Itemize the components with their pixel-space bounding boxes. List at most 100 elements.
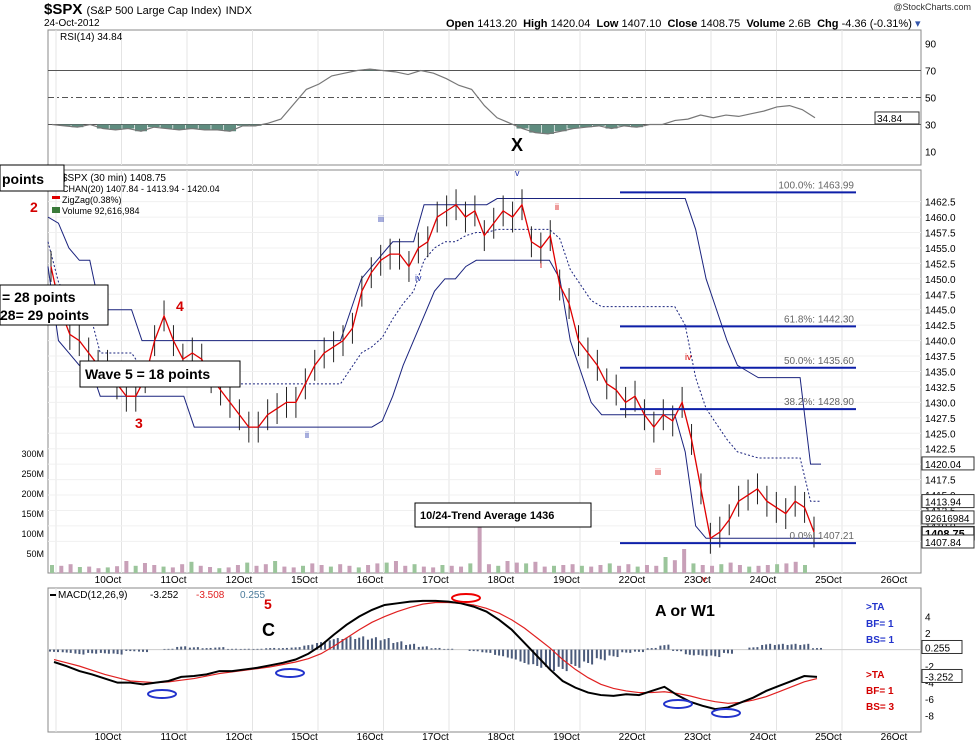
price-tag-value: 92616984 bbox=[925, 514, 970, 525]
volume-bar bbox=[328, 566, 333, 573]
volume-bar bbox=[217, 568, 222, 573]
fib-level-label: 100.0%: 1463.99 bbox=[778, 180, 854, 191]
volume-bar bbox=[310, 563, 315, 573]
volume-legend-swatch bbox=[52, 207, 60, 213]
price-tick-label: 1452.5 bbox=[925, 259, 956, 270]
price-tick-label: 1427.5 bbox=[925, 414, 956, 425]
trend-box-text: 10/24-Trend Average 1436 bbox=[420, 510, 554, 522]
volume-bar bbox=[672, 560, 677, 573]
volume-bar bbox=[142, 563, 147, 573]
x-tick-label-macd: 10Oct bbox=[95, 732, 122, 743]
fib-level-label: 0.0%: 1407.21 bbox=[790, 531, 855, 542]
volume-bar bbox=[440, 565, 445, 573]
volume-bar bbox=[579, 565, 584, 573]
x-tick-label-price: 25Oct bbox=[815, 575, 842, 586]
x-tick-label-macd: 18Oct bbox=[488, 732, 515, 743]
x-tick-label-price: 23Oct bbox=[684, 575, 711, 586]
volume-bar bbox=[87, 566, 92, 573]
points-box-text: points bbox=[2, 171, 44, 187]
volume-bar bbox=[254, 565, 259, 573]
price-tick-label: 1432.5 bbox=[925, 383, 956, 394]
volume-bar bbox=[728, 562, 733, 573]
volume-bar bbox=[421, 566, 426, 573]
volume-bar bbox=[235, 565, 240, 573]
wave-box-text-1: = 28 points bbox=[2, 289, 76, 305]
rsi-legend: RSI(14) 34.84 bbox=[60, 32, 123, 43]
volume-bar bbox=[514, 562, 519, 573]
fib-level-label: 38.2%: 1428.90 bbox=[784, 397, 854, 408]
price-tick-label: 1445.0 bbox=[925, 306, 956, 317]
x-tick-label-price: 12Oct bbox=[226, 575, 253, 586]
volume-bar bbox=[589, 566, 594, 573]
x-tick-label-macd: 19Oct bbox=[553, 732, 580, 743]
macd-tag-value: -3.252 bbox=[925, 672, 954, 683]
macd-panel-frame bbox=[47, 587, 922, 733]
volume-bar bbox=[245, 562, 250, 573]
rsi-tick-label: 30 bbox=[925, 121, 937, 132]
x-tick-label-macd: 11Oct bbox=[161, 732, 187, 743]
zigzag-legend-swatch bbox=[52, 196, 60, 199]
x-tick-label-macd: 24Oct bbox=[750, 732, 777, 743]
wave-i-red-label: i bbox=[540, 260, 542, 270]
volume-tick-label: 50M bbox=[26, 549, 44, 559]
volume-bar bbox=[552, 565, 556, 573]
wave-iv-blue-label: iv bbox=[415, 273, 422, 283]
x-tick-label-price: 24Oct bbox=[750, 575, 777, 586]
x-tick-label-price: 26Oct bbox=[881, 575, 908, 586]
volume-bar bbox=[319, 565, 324, 573]
macd-legend-label: MACD(12,26,9) bbox=[58, 590, 127, 601]
rsi-tick-label: 70 bbox=[925, 67, 937, 78]
volume-bar bbox=[765, 565, 770, 573]
macd-tick-label: 4 bbox=[925, 613, 931, 624]
wave-iii-red-label: iii bbox=[655, 467, 661, 477]
price-tick-label: 1425.0 bbox=[925, 429, 956, 440]
price-tick-label: 1437.5 bbox=[925, 352, 956, 363]
volume-bar bbox=[682, 549, 687, 573]
x-tick-label-price: 11Oct bbox=[161, 575, 187, 586]
price-legend-volume: Volume 92,616,984 bbox=[62, 206, 140, 216]
macd-side-text: BF= 1 bbox=[866, 686, 894, 697]
wave-ii-blue-label: ii bbox=[305, 430, 309, 440]
price-tag-value: 1413.94 bbox=[925, 498, 962, 509]
x-tick-label-macd: 22Oct bbox=[619, 732, 646, 743]
x-tick-label-macd: 26Oct bbox=[881, 732, 908, 743]
volume-tick-label: 100M bbox=[21, 529, 44, 539]
volume-bar bbox=[719, 564, 724, 573]
volume-bar bbox=[124, 561, 129, 573]
price-legend-title: $SPX (30 min) 1408.75 bbox=[62, 173, 166, 184]
x-tick-label-price: 16Oct bbox=[357, 575, 384, 586]
volume-bar bbox=[50, 565, 54, 573]
price-tick-label: 1442.5 bbox=[925, 321, 956, 332]
wave-x-label: X bbox=[511, 135, 523, 155]
macd-wave-5-label: 5 bbox=[264, 596, 272, 612]
volume-bar bbox=[356, 567, 361, 573]
x-tick-label-macd: 15Oct bbox=[291, 732, 318, 743]
volume-bar bbox=[161, 566, 166, 573]
volume-tick-label: 150M bbox=[21, 509, 44, 519]
volume-bar bbox=[654, 565, 659, 573]
volume-bar bbox=[533, 561, 538, 573]
price-tick-label: 1440.0 bbox=[925, 337, 956, 348]
volume-bar bbox=[449, 565, 454, 573]
volume-tick-label: 250M bbox=[21, 469, 44, 479]
chart-svg: 10Oct 10Oct 11Oct 11Oct 12Oct 12Oct 15Oct 15Oct… bbox=[0, 29, 975, 743]
volume-bar bbox=[561, 565, 566, 573]
x-tick-label-price: 10Oct bbox=[95, 575, 122, 586]
volume-bar bbox=[607, 563, 612, 573]
price-legend-zigzag: ZigZag(0.38%) bbox=[62, 195, 122, 205]
fib-level-label: 61.8%: 1442.30 bbox=[784, 314, 854, 325]
price-tick-label: 1430.0 bbox=[925, 398, 956, 409]
volume-bar bbox=[198, 565, 203, 573]
rsi-last-value: 34.84 bbox=[877, 114, 902, 125]
wave-3-label: 3 bbox=[135, 415, 143, 431]
volume-bar bbox=[375, 563, 380, 573]
wave-iv-red-label: iv bbox=[685, 352, 692, 362]
volume-bar bbox=[301, 565, 305, 573]
fib-level-label: 50.0%: 1435.60 bbox=[784, 356, 854, 367]
x-tick-label-macd: 16Oct bbox=[357, 732, 384, 743]
x-tick-label-price: 18Oct bbox=[488, 575, 515, 586]
volume-bar bbox=[273, 561, 278, 573]
volume-bar bbox=[468, 563, 473, 573]
volume-bar bbox=[691, 563, 696, 573]
volume-bar bbox=[496, 565, 501, 573]
